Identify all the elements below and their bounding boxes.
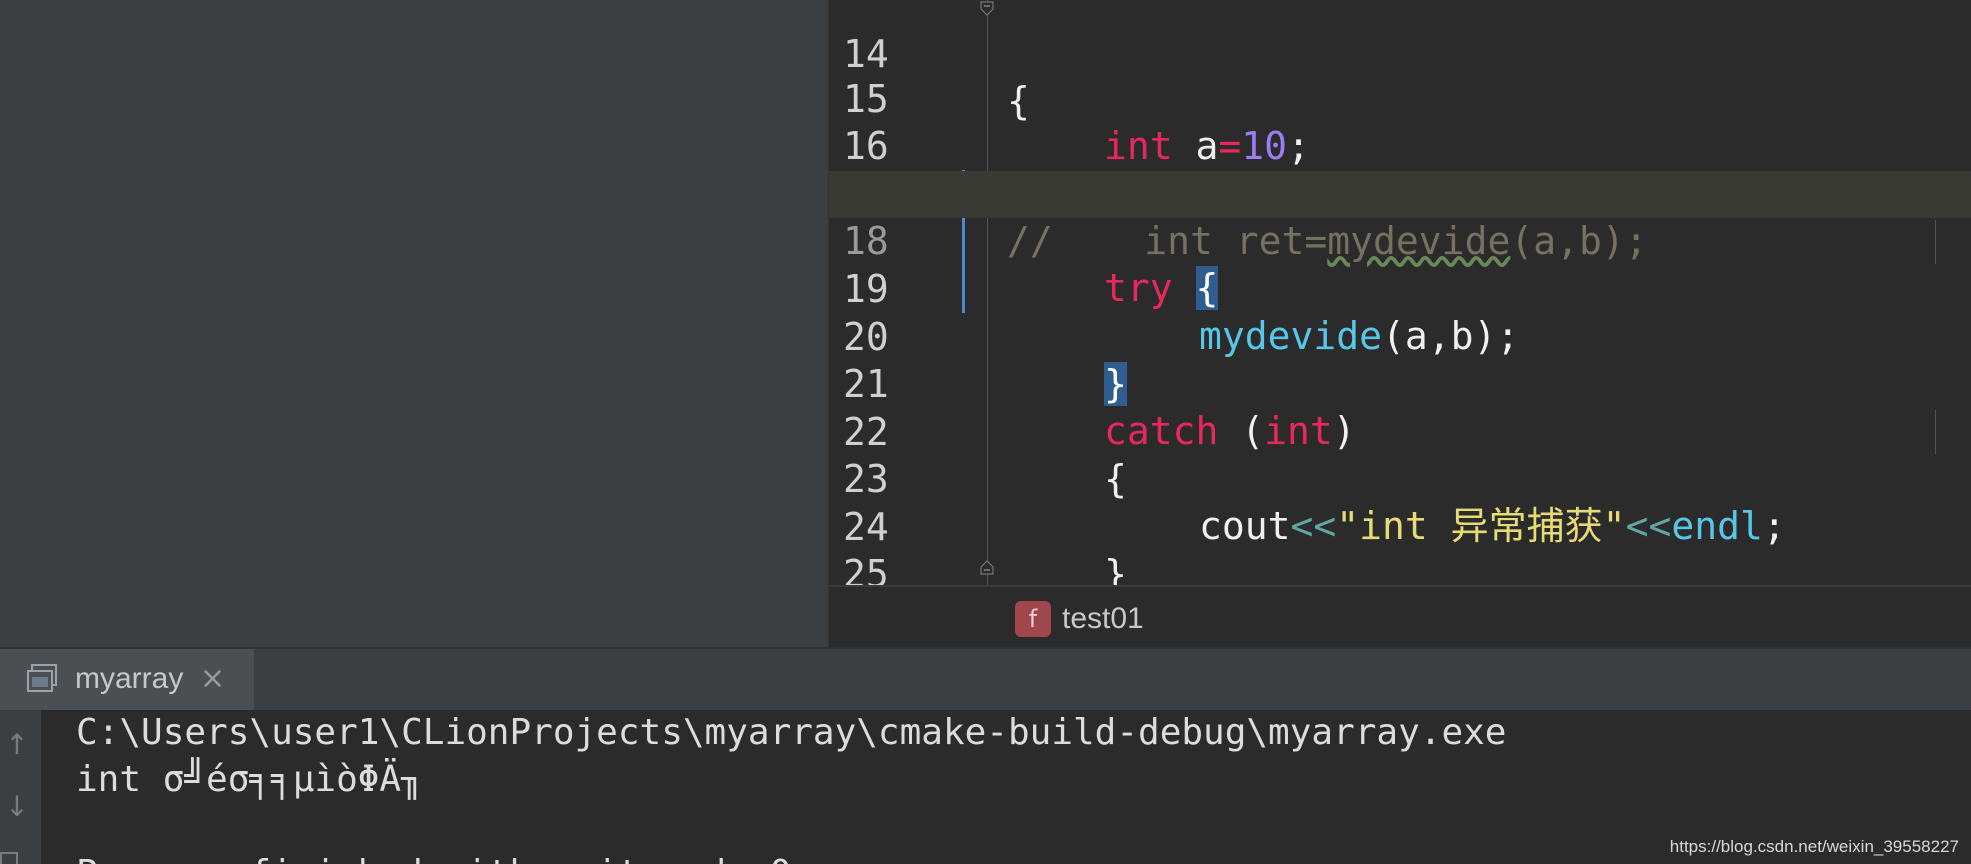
code-line[interactable]: 17 // int ret=mydevide(a,b);: [829, 124, 1971, 263]
down-arrow-icon[interactable]: ↓: [2, 792, 32, 822]
run-tab-label: myarray: [75, 662, 184, 695]
code-line[interactable]: 26 }: [829, 552, 1971, 585]
code-line[interactable]: 16 int b=0;: [829, 76, 1971, 215]
code-line[interactable]: 20 }: [829, 267, 1971, 406]
code-area[interactable]: 14 { 15 int a=10; 16 int b=0; 17 // int …: [829, 0, 1971, 585]
code-line[interactable]: 24 }: [829, 457, 1971, 585]
up-arrow-icon[interactable]: ↑: [2, 730, 32, 760]
code-line[interactable]: 21 catch (int): [829, 314, 1971, 453]
console-line: int σ╝éσ╕╕µìòΦÄ╖: [76, 759, 423, 800]
code-line[interactable]: 19 mydevide(a,b);: [829, 219, 1971, 358]
code-editor[interactable]: 14 { 15 int a=10; 16 int b=0; 17 // int …: [828, 0, 1971, 647]
project-pane: [0, 0, 828, 647]
code-line[interactable]: 14 {: [829, 0, 1971, 123]
indent-guide: [1935, 220, 1936, 264]
console-line: Process finished with exit code 0: [76, 851, 791, 864]
breadcrumb-function[interactable]: test01: [1062, 599, 1144, 639]
fold-end-icon[interactable]: [979, 560, 995, 576]
breadcrumb[interactable]: f test01: [829, 585, 1971, 647]
console-line: C:\Users\user1\CLionProjects\myarray\cma…: [76, 712, 1507, 753]
fold-collapse-icon[interactable]: [979, 0, 995, 16]
watermark: https://blog.csdn.net/weixin_39558227: [1669, 837, 1959, 856]
code-line[interactable]: 25: [829, 504, 1971, 585]
indent-guide: [1935, 410, 1936, 454]
code-line-current[interactable]: 18 try {: [829, 171, 1971, 310]
run-toolbar: ↑ ↓: [0, 710, 42, 864]
function-icon: f: [1015, 601, 1051, 637]
run-tab[interactable]: myarray ×: [0, 649, 254, 710]
close-icon[interactable]: ×: [200, 659, 225, 699]
run-console-icon: [27, 664, 57, 692]
run-panel-header: myarray ×: [0, 647, 1971, 710]
code-line[interactable]: 23 cout<<"int 异常捕获"<<endl;: [829, 409, 1971, 548]
wrap-icon[interactable]: [0, 852, 18, 864]
code-line[interactable]: 22 {: [829, 362, 1971, 501]
code-line[interactable]: 15 int a=10;: [829, 29, 1971, 168]
